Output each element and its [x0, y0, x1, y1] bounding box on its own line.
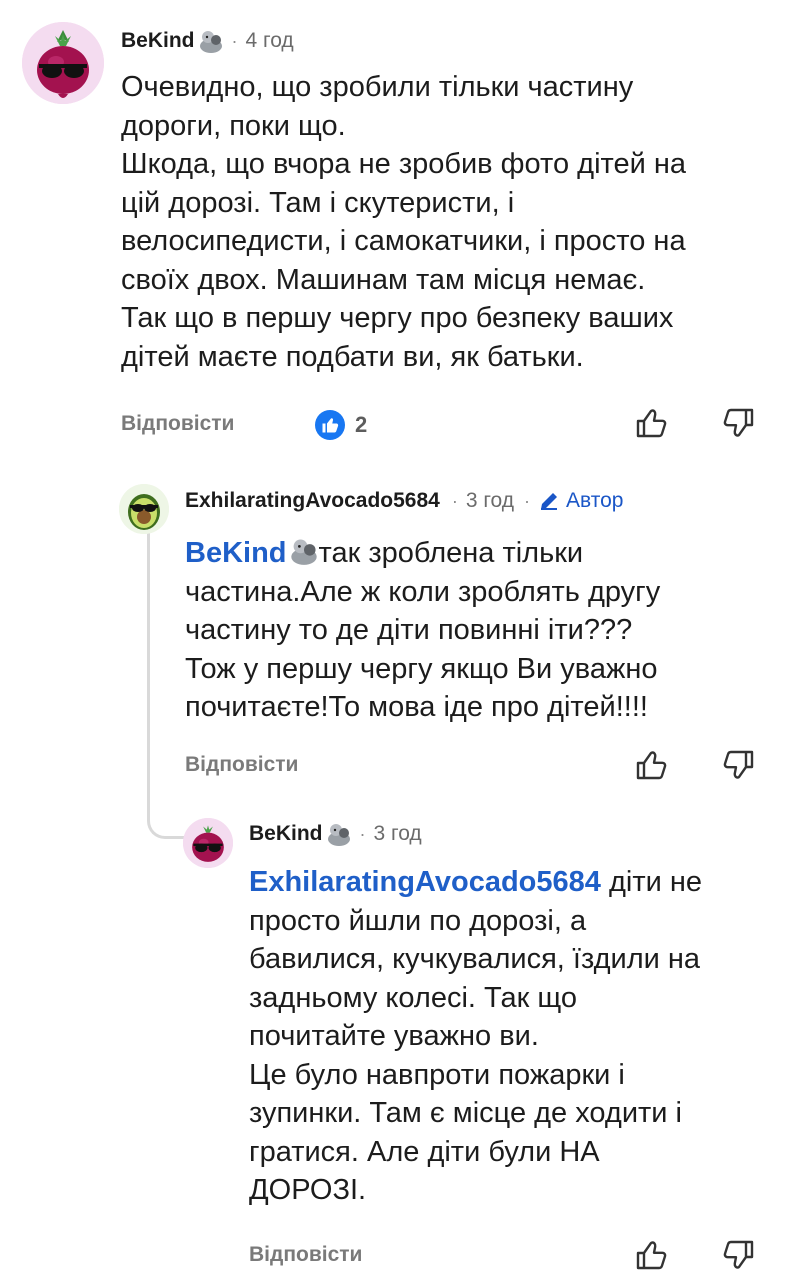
user-mention[interactable]: BeKind	[185, 537, 287, 569]
beet-avatar-icon	[183, 818, 233, 868]
beet-avatar-icon	[22, 22, 104, 104]
username[interactable]: BeKind	[121, 29, 195, 53]
snoo-icon	[326, 821, 352, 847]
snoo-icon	[198, 28, 224, 54]
reaction-count[interactable]: 2	[315, 410, 367, 440]
op-badge: Автор	[538, 489, 623, 513]
thread-line-main	[147, 530, 150, 790]
user-mention[interactable]: ExhilaratingAvocado5684	[249, 866, 601, 898]
timestamp: 3 год	[465, 489, 515, 512]
separator-dot: ·	[359, 823, 366, 844]
downvote-icon[interactable]	[722, 406, 756, 440]
avocado-avatar-icon	[119, 484, 169, 534]
snoo-icon	[289, 536, 319, 566]
comment-body: ExhilaratingAvocado5684 діти не просто й…	[249, 863, 779, 1210]
user-avatar[interactable]	[22, 22, 104, 104]
comment-header: ExhilaratingAvocado5684 · 3 год · Автор	[185, 489, 623, 513]
op-label: Автор	[566, 489, 624, 512]
comment-header: BeKind · 4 год	[121, 28, 294, 54]
separator-dot: ·	[231, 30, 238, 51]
upvote-icon[interactable]	[634, 1238, 668, 1272]
downvote-icon[interactable]	[722, 748, 756, 782]
separator-dot: ·	[524, 490, 531, 511]
upvote-icon[interactable]	[634, 406, 668, 440]
thread-line-curve	[147, 788, 186, 839]
comment-header: BeKind · 3 год	[249, 821, 422, 847]
username[interactable]: BeKind	[249, 822, 323, 846]
comment-text: діти не просто йшли по дорозі, а бавилис…	[249, 866, 703, 1206]
user-avatar[interactable]	[183, 818, 233, 868]
reply-button[interactable]: Відповісти	[185, 753, 298, 777]
downvote-icon[interactable]	[722, 1238, 756, 1272]
timestamp: 4 год	[245, 29, 294, 52]
user-avatar[interactable]	[119, 484, 169, 534]
comment-body: Очевидно, що зробили тільки частину доро…	[121, 71, 686, 373]
username[interactable]: ExhilaratingAvocado5684	[185, 489, 440, 513]
reaction-number: 2	[355, 412, 368, 437]
comment-body: BeKind так зроблена тільки частина.Але ж …	[185, 534, 775, 727]
comment-1: BeKind · 4 год Очевидно, що зробили тіль…	[0, 0, 788, 460]
timestamp: 3 год	[373, 822, 422, 845]
separator-dot: ·	[451, 490, 458, 511]
reply-button[interactable]: Відповісти	[121, 412, 234, 436]
upvote-icon[interactable]	[634, 748, 668, 782]
pencil-icon	[541, 493, 558, 510]
thumbs-up-icon	[315, 410, 345, 440]
reply-button[interactable]: Відповісти	[249, 1243, 362, 1267]
